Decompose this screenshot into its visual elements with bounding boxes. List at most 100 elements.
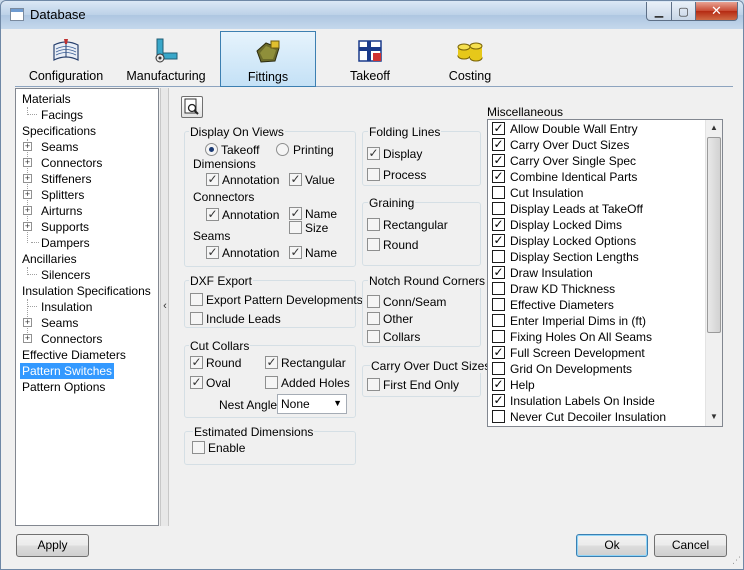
nest-angle-label: Nest Angle [219, 398, 278, 412]
notch-other-checkbox[interactable] [367, 312, 380, 325]
tree-item-silencers[interactable]: Silencers [41, 267, 90, 283]
misc-item-label: Insulation Labels On Inside [510, 394, 655, 408]
connectors-name-checkbox[interactable] [289, 207, 302, 220]
tree-item-insulation-seams[interactable]: Seams [41, 315, 78, 331]
export-pattern-developments-checkbox[interactable] [190, 293, 203, 306]
scroll-down-icon[interactable]: ▼ [706, 412, 722, 421]
scrollbar-thumb[interactable] [707, 137, 721, 333]
dimensions-value-checkbox[interactable] [289, 173, 302, 186]
dimensions-annotation-checkbox[interactable] [206, 173, 219, 186]
misc-item-checkbox[interactable] [492, 314, 505, 327]
misc-item-checkbox[interactable] [492, 394, 505, 407]
tree-item-insulation-connectors[interactable]: Connectors [41, 331, 102, 347]
navigation-tree[interactable]: Materials Facings Specifications + Seams… [15, 88, 159, 526]
pane-splitter[interactable]: ‹ [160, 88, 169, 526]
misc-item-checkbox[interactable] [492, 218, 505, 231]
misc-item-checkbox[interactable] [492, 186, 505, 199]
misc-item-checkbox[interactable] [492, 266, 505, 279]
cut-collars-oval-checkbox[interactable] [190, 376, 203, 389]
misc-item-checkbox[interactable] [492, 170, 505, 183]
tree-item-pattern-options[interactable]: Pattern Options [22, 379, 105, 395]
misc-item-checkbox[interactable] [492, 202, 505, 215]
misc-item-checkbox[interactable] [492, 378, 505, 391]
tree-item-effective-diameters[interactable]: Effective Diameters [22, 347, 126, 363]
misc-item-checkbox[interactable] [492, 250, 505, 263]
misc-item-label: Enter Imperial Dims in (ft) [510, 314, 647, 328]
close-button[interactable]: ✕ [695, 2, 738, 21]
takeoff-radio[interactable] [205, 143, 218, 156]
checkbox-label: Value [305, 173, 335, 187]
misc-item-checkbox[interactable] [492, 362, 505, 375]
estimated-dimensions-enable-checkbox[interactable] [192, 441, 205, 454]
tab-costing[interactable]: Costing [435, 31, 505, 87]
expand-icon[interactable]: + [23, 158, 32, 167]
seams-annotation-checkbox[interactable] [206, 246, 219, 259]
expand-icon[interactable]: + [23, 222, 32, 231]
folding-process-checkbox[interactable] [367, 168, 380, 181]
seams-name-checkbox[interactable] [289, 246, 302, 259]
connectors-annotation-checkbox[interactable] [206, 208, 219, 221]
graining-round-checkbox[interactable] [367, 238, 380, 251]
tree-item-insulation-specifications[interactable]: Insulation Specifications [22, 283, 151, 299]
tree-item-seams[interactable]: Seams [41, 139, 78, 155]
notch-conn-seam-checkbox[interactable] [367, 295, 380, 308]
minimize-button[interactable]: ▁ [646, 2, 672, 21]
tree-item-ancillaries[interactable]: Ancillaries [22, 251, 77, 267]
expand-icon[interactable]: + [23, 190, 32, 199]
graining-rectangular-checkbox[interactable] [367, 218, 380, 231]
cut-collars-round-checkbox[interactable] [190, 356, 203, 369]
nest-angle-dropdown[interactable]: None ▼ [277, 394, 347, 414]
first-end-only-checkbox[interactable] [367, 378, 380, 391]
cancel-button[interactable]: Cancel [654, 534, 727, 557]
include-leads-checkbox[interactable] [190, 312, 203, 325]
misc-item-checkbox[interactable] [492, 138, 505, 151]
miscellaneous-list[interactable]: Allow Double Wall Entry Carry Over Duct S… [487, 119, 723, 427]
checkbox-label: Annotation [222, 246, 280, 260]
expand-icon[interactable]: + [23, 334, 32, 343]
misc-item-checkbox[interactable] [492, 234, 505, 247]
tree-item-splitters[interactable]: Splitters [41, 187, 84, 203]
expand-icon[interactable]: + [23, 174, 32, 183]
notch-collars-checkbox[interactable] [367, 330, 380, 343]
apply-button[interactable]: Apply [16, 534, 89, 557]
tree-item-materials[interactable]: Materials [22, 91, 71, 107]
tree-item-supports[interactable]: Supports [41, 219, 89, 235]
tab-takeoff[interactable]: Takeoff [337, 31, 403, 87]
expand-icon[interactable]: + [23, 206, 32, 215]
resize-grip-icon[interactable]: ⋰ [732, 555, 741, 566]
tree-item-facings[interactable]: Facings [41, 107, 83, 123]
tree-item-connectors[interactable]: Connectors [41, 155, 102, 171]
connectors-size-checkbox[interactable] [289, 221, 302, 234]
misc-item-checkbox[interactable] [492, 330, 505, 343]
title-bar[interactable]: Database ▁ ▢ ✕ [1, 1, 743, 29]
expand-icon[interactable]: + [23, 318, 32, 327]
misc-item-checkbox[interactable] [492, 346, 505, 359]
vertical-scrollbar[interactable]: ▲ ▼ [705, 120, 722, 426]
book-icon [51, 36, 81, 66]
tree-item-specifications[interactable]: Specifications [22, 123, 96, 139]
misc-item-checkbox[interactable] [492, 410, 505, 423]
cut-collars-rectangular-checkbox[interactable] [265, 356, 278, 369]
tab-configuration[interactable]: Configuration [21, 31, 111, 87]
misc-item-checkbox[interactable] [492, 282, 505, 295]
tab-manufacturing[interactable]: Manufacturing [123, 31, 209, 87]
tree-item-airturns[interactable]: Airturns [41, 203, 82, 219]
collapse-arrow-icon[interactable]: ‹ [161, 300, 169, 312]
tree-item-insulation[interactable]: Insulation [41, 299, 92, 315]
cut-collars-added-holes-checkbox[interactable] [265, 376, 278, 389]
tab-label: Takeoff [349, 69, 391, 83]
tree-item-stiffeners[interactable]: Stiffeners [41, 171, 91, 187]
misc-item-checkbox[interactable] [492, 122, 505, 135]
misc-item-checkbox[interactable] [492, 298, 505, 311]
preview-button[interactable] [181, 96, 203, 118]
tree-item-pattern-switches[interactable]: Pattern Switches [20, 363, 115, 379]
tab-fittings[interactable]: Fittings [220, 31, 316, 87]
scroll-up-icon[interactable]: ▲ [706, 123, 722, 132]
misc-item-checkbox[interactable] [492, 154, 505, 167]
printing-radio[interactable] [276, 143, 289, 156]
maximize-button[interactable]: ▢ [671, 2, 696, 21]
tree-item-dampers[interactable]: Dampers [41, 235, 90, 251]
expand-icon[interactable]: + [23, 142, 32, 151]
ok-button[interactable]: Ok [576, 534, 648, 557]
folding-display-checkbox[interactable] [367, 147, 380, 160]
